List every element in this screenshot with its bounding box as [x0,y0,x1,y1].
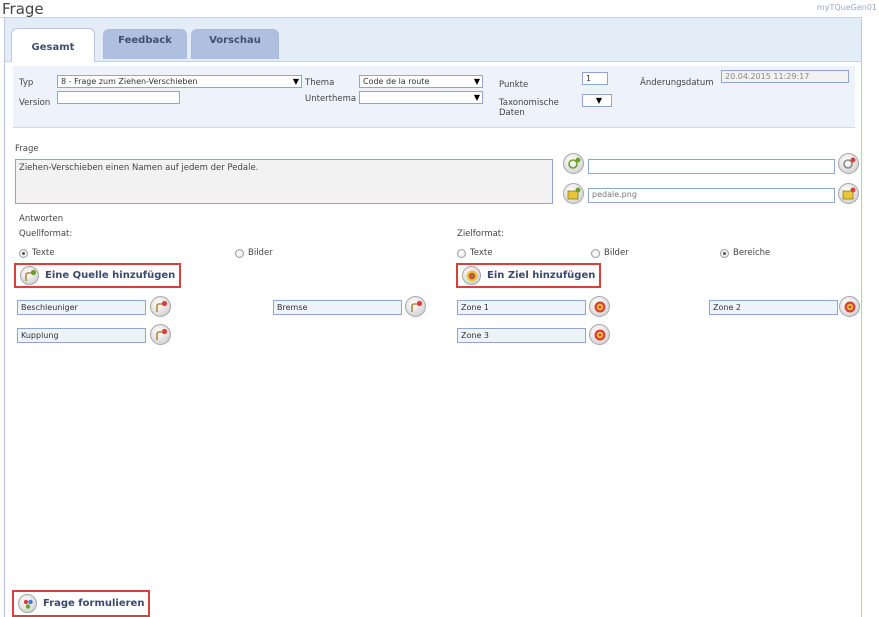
metadata-section: Typ 8 - Frage zum Ziehen-Verschieben ▼ V… [13,66,855,128]
target-format-texte[interactable]: Texte [457,248,492,258]
add-source-icon [20,266,39,285]
frage-label: Frage [15,144,39,154]
image-icon [567,187,580,199]
add-target-label: Ein Ziel hinzufügen [487,270,596,281]
audio-file-field[interactable] [588,159,835,174]
taxonomie-label: Taxonomische Daten [499,98,559,118]
remove-source-2-button[interactable] [405,296,426,317]
image-file-field[interactable]: pedale.png [588,188,835,203]
remove-target-3-button[interactable] [589,324,610,345]
source-format-bilder-label: Bilder [248,248,273,258]
question-text-field[interactable]: Ziehen-Verschieben einen Namen auf jedem… [15,159,553,204]
chevron-down-icon: ▼ [595,96,602,105]
chevron-down-icon: ▼ [292,77,299,86]
target-format-bilder[interactable]: Bilder [591,248,629,258]
remove-image-button[interactable] [838,183,859,204]
app-id: myTQueGen01 [816,3,877,12]
target-format-bereiche-label: Bereiche [733,248,771,258]
thema-select[interactable]: Code de la route ▼ [359,75,483,88]
source-item-1[interactable]: Beschleuniger [17,300,146,315]
version-field[interactable] [57,91,180,104]
source-item-3[interactable]: Kupplung [17,328,146,343]
datum-label: Änderungsdatum [640,78,714,88]
source-format-texte-label: Texte [32,248,55,258]
delete-source-icon [410,300,422,312]
add-source-button[interactable]: Eine Quelle hinzufügen [14,263,182,288]
thema-select-value: Code de la route [363,77,430,86]
remove-target-1-button[interactable] [589,296,610,317]
add-target-icon [462,266,481,285]
page-title: Frage [2,0,44,18]
target-item-3[interactable]: Zone 3 [457,328,586,343]
source-format-texte[interactable]: Texte [19,248,54,258]
delete-audio-icon [842,157,855,169]
question-panel: Gesamt Feedback Vorschau Typ 8 - Frage z… [4,18,862,617]
radio-empty-icon [457,248,466,258]
tab-feedback[interactable]: Feedback [103,29,187,59]
remove-source-1-button[interactable] [150,296,171,317]
tab-vorschau[interactable]: Vorschau [191,29,279,59]
delete-source-icon [155,300,167,312]
punkte-label: Punkte [499,80,529,90]
target-item-2[interactable]: Zone 2 [709,300,838,315]
typ-select-value: 8 - Frage zum Ziehen-Verschieben [61,77,198,86]
target-format-label: Zielformat: [457,229,504,239]
target-format-bilder-label: Bilder [604,248,629,258]
add-audio-button[interactable] [563,153,584,174]
thema-label: Thema [305,78,335,88]
tab-strip: Gesamt Feedback Vorschau [5,18,861,62]
version-label: Version [19,98,51,108]
chevron-down-icon: ▼ [473,77,480,86]
unterthema-label: Unterthema [305,94,357,104]
add-image-button[interactable] [563,183,584,204]
remove-source-3-button[interactable] [150,324,171,345]
typ-label: Typ [19,78,34,88]
chevron-down-icon: ▼ [473,93,480,102]
taxonomie-select[interactable]: ▼ [582,94,612,107]
source-format-label: Quellformat: [19,229,73,239]
source-format-bilder[interactable]: Bilder [235,248,273,258]
source-item-2[interactable]: Bremse [273,300,402,315]
target-format-bereiche[interactable]: Bereiche [720,248,770,258]
radio-selected-icon [720,248,729,258]
target-icon [594,329,605,340]
radio-empty-icon [235,248,244,258]
radio-selected-icon [19,248,28,258]
remove-audio-button[interactable] [838,153,859,174]
antworten-label: Antworten [19,214,64,224]
target-icon [844,301,855,312]
typ-select[interactable]: 8 - Frage zum Ziehen-Verschieben ▼ [57,75,302,88]
add-target-button[interactable]: Ein Ziel hinzufügen [456,263,602,288]
add-source-label: Eine Quelle hinzufügen [45,270,176,281]
formulate-question-button[interactable]: Frage formulieren [12,590,151,617]
tab-gesamt[interactable]: Gesamt [11,28,95,62]
punkte-field[interactable]: 1 [582,72,608,85]
radio-empty-icon [591,248,600,258]
formulate-icon [18,594,37,613]
formulate-question-label: Frage formulieren [43,598,145,609]
delete-source-icon [155,328,167,340]
remove-target-2-button[interactable] [839,296,860,317]
target-icon [594,301,605,312]
delete-image-icon [842,187,855,199]
datum-field: 20.04.2015 11:29:17 [721,70,849,83]
unterthema-select[interactable]: ▼ [359,91,483,104]
audio-icon [567,157,580,169]
target-format-texte-label: Texte [470,248,493,258]
target-item-1[interactable]: Zone 1 [457,300,586,315]
